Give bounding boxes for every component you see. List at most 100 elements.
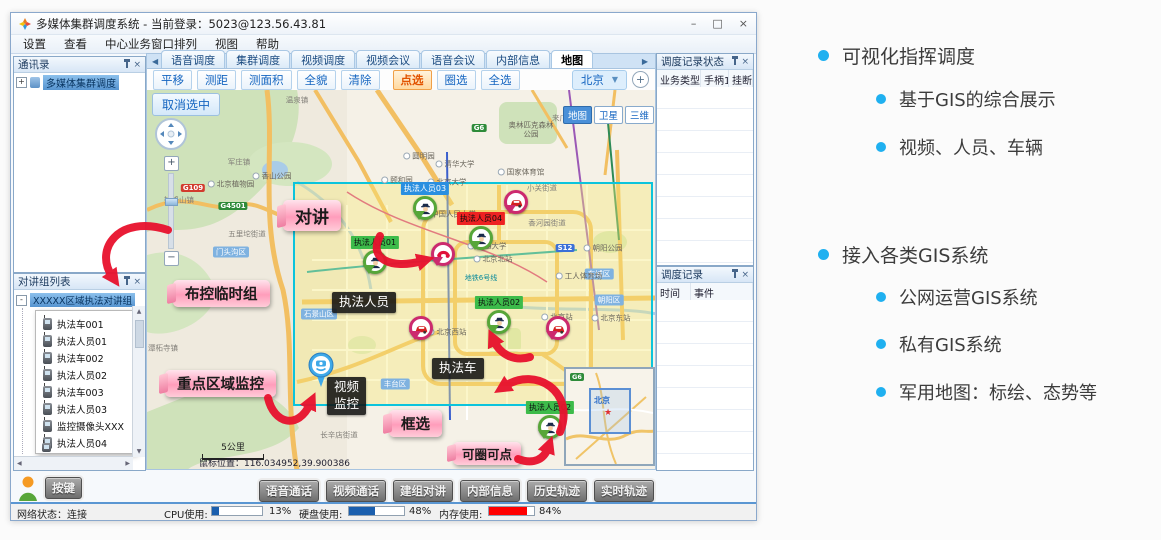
menu-item[interactable]: 查看 bbox=[64, 36, 87, 52]
basemap-button[interactable]: 三维 bbox=[625, 106, 654, 124]
talkgroup-list-item[interactable]: 执法人员02 bbox=[43, 366, 135, 383]
talkgroup-list-item[interactable]: 执法车002 bbox=[43, 349, 135, 366]
scroll-left-icon[interactable]: ◀ bbox=[17, 460, 22, 467]
dispatch-status-rows bbox=[657, 87, 753, 265]
action-button[interactable]: 内部信息 bbox=[460, 480, 520, 502]
tabs-scroll-left-icon[interactable]: ◀ bbox=[151, 57, 161, 68]
expander-icon[interactable]: - bbox=[16, 295, 27, 306]
horizontal-scrollbar[interactable]: ◀ ▶ bbox=[14, 456, 133, 470]
zoom-handle[interactable] bbox=[165, 198, 178, 206]
contacts-root-row[interactable]: + 多媒体集群调度 bbox=[14, 73, 145, 92]
pin-icon[interactable] bbox=[734, 272, 736, 278]
business-tab[interactable]: 语音调度 bbox=[161, 50, 225, 68]
scroll-up-icon[interactable]: ▲ bbox=[133, 308, 145, 315]
city-select[interactable]: 北京 ▼ bbox=[572, 70, 627, 90]
talkgroup-root-row[interactable]: - XXXXX区域执法对讲组 bbox=[14, 291, 145, 309]
zoom-in-icon[interactable]: + bbox=[632, 71, 649, 88]
map-canvas[interactable]: 温泉镇军庄镇妙峰山镇潭柘寺镇五里坨街道长辛店街道来广营乡香河园街道小关街道门头沟… bbox=[146, 90, 656, 470]
talkgroup-list-item[interactable]: 执法车003 bbox=[43, 383, 135, 400]
close-icon[interactable]: × bbox=[741, 57, 749, 67]
vertical-scrollbar[interactable]: ▲ ▼ bbox=[132, 306, 145, 457]
action-button[interactable]: 历史轨迹 bbox=[527, 480, 587, 502]
map-pin[interactable]: 执法人员01 bbox=[363, 250, 387, 284]
select-tool-button[interactable]: 圈选 bbox=[437, 70, 476, 90]
deselect-button[interactable]: 取消选中 bbox=[152, 93, 220, 116]
disk-label: 硬盘使用: bbox=[299, 506, 342, 521]
ptt-button[interactable]: 按键 bbox=[45, 477, 82, 499]
dispatch-log-header[interactable]: 调度记录 × bbox=[657, 267, 753, 283]
title-bar[interactable]: 多媒体集群调度系统 - 当前登录：5023@123.56.43.81 – □ × bbox=[11, 13, 756, 35]
close-icon[interactable]: × bbox=[133, 277, 141, 287]
map-tool-button[interactable]: 清除 bbox=[341, 70, 380, 90]
radio-device-icon bbox=[43, 403, 52, 415]
map-pin[interactable] bbox=[546, 316, 570, 350]
pin-tip bbox=[546, 331, 558, 365]
action-button[interactable]: 建组对讲 bbox=[393, 480, 453, 502]
basemap-button[interactable]: 地图 bbox=[563, 106, 592, 124]
pin-label: 执法人员04 bbox=[457, 212, 505, 225]
map-pin[interactable] bbox=[431, 242, 455, 276]
pin-icon[interactable] bbox=[126, 62, 128, 68]
expander-icon[interactable]: + bbox=[16, 77, 27, 88]
map-pin[interactable]: 执法人员02 bbox=[487, 310, 511, 344]
menu-item[interactable]: 设置 bbox=[23, 36, 46, 52]
talkgroup-list-item[interactable]: 执法车001 bbox=[43, 315, 135, 332]
contacts-panel-header[interactable]: 通讯录 × bbox=[14, 57, 145, 73]
close-icon[interactable]: × bbox=[741, 270, 749, 280]
tabs-scroll-right-icon[interactable]: ▶ bbox=[641, 57, 651, 68]
business-tab[interactable]: 视频会议 bbox=[356, 50, 420, 68]
map-pin[interactable] bbox=[409, 316, 433, 350]
business-tab[interactable]: 地图 bbox=[551, 50, 593, 68]
business-tab[interactable]: 集群调度 bbox=[226, 50, 290, 68]
action-button[interactable]: 视频通话 bbox=[326, 480, 386, 502]
business-tab[interactable]: 语音会议 bbox=[421, 50, 485, 68]
select-tool-button[interactable]: 全选 bbox=[481, 70, 520, 90]
talkgroup-list-item[interactable]: 执法人员04 bbox=[43, 434, 135, 451]
talkgroup-list-item[interactable]: 执法人员01 bbox=[43, 332, 135, 349]
overview-minimap[interactable]: G6 北京 ★ bbox=[564, 367, 655, 466]
map-pin[interactable]: 执法人员03 bbox=[413, 196, 437, 230]
scrollbar-thumb[interactable] bbox=[135, 320, 144, 348]
map-pin[interactable] bbox=[504, 190, 528, 224]
select-tool-button[interactable]: 点选 bbox=[393, 70, 432, 90]
talkgroup-list-item[interactable]: 执法人员03 bbox=[43, 400, 135, 417]
disk-meter bbox=[348, 506, 405, 516]
zoom-plus-icon[interactable]: + bbox=[164, 156, 179, 171]
talkgroup-root-label[interactable]: XXXXX区域执法对讲组 bbox=[30, 293, 135, 307]
talkgroup-item-label: 执法人员04 bbox=[57, 436, 107, 450]
zoom-track[interactable] bbox=[168, 173, 174, 249]
scroll-down-icon[interactable]: ▼ bbox=[133, 448, 145, 455]
action-button[interactable]: 语音通话 bbox=[259, 480, 319, 502]
map-tool-button[interactable]: 平移 bbox=[153, 70, 192, 90]
pan-compass[interactable] bbox=[154, 117, 188, 155]
bullet-icon bbox=[876, 339, 886, 349]
business-tab[interactable]: 内部信息 bbox=[486, 50, 550, 68]
pin-tip bbox=[363, 265, 375, 299]
talkgroup-list-item[interactable]: 监控摄像头XXX bbox=[43, 417, 135, 434]
scroll-right-icon[interactable]: ▶ bbox=[125, 460, 130, 467]
camera-marker[interactable] bbox=[307, 352, 335, 390]
basemap-button[interactable]: 卫星 bbox=[594, 106, 623, 124]
contacts-root-label[interactable]: 多媒体集群调度 bbox=[43, 75, 119, 90]
map-tool-button[interactable]: 测面积 bbox=[241, 70, 292, 90]
map-pin[interactable]: 执法人员02 bbox=[538, 415, 562, 449]
close-icon[interactable]: × bbox=[133, 60, 141, 70]
pin-icon[interactable] bbox=[126, 279, 128, 285]
dispatch-log-title: 调度记录 bbox=[661, 267, 703, 282]
map-tool-button[interactable]: 全貌 bbox=[297, 70, 336, 90]
map-tool-button[interactable]: 测距 bbox=[197, 70, 236, 90]
zoom-slider[interactable]: + − bbox=[164, 156, 178, 266]
note-text: 军用地图：标绘、态势等 bbox=[899, 379, 1097, 405]
map-pin[interactable]: 执法人员04 bbox=[469, 226, 493, 260]
pin-icon[interactable] bbox=[734, 59, 736, 65]
pin-tip bbox=[487, 325, 499, 359]
zoom-minus-icon[interactable]: − bbox=[164, 251, 179, 266]
group-icon bbox=[30, 77, 40, 88]
close-icon[interactable]: × bbox=[739, 17, 748, 30]
business-tab[interactable]: 视频调度 bbox=[291, 50, 355, 68]
dispatch-status-header[interactable]: 调度记录状态 × bbox=[657, 54, 753, 70]
talkgroup-panel-header[interactable]: 对讲组列表 × bbox=[14, 274, 145, 290]
action-button[interactable]: 实时轨迹 bbox=[594, 480, 654, 502]
minimize-icon[interactable]: – bbox=[691, 17, 697, 30]
maximize-icon[interactable]: □ bbox=[712, 17, 722, 30]
